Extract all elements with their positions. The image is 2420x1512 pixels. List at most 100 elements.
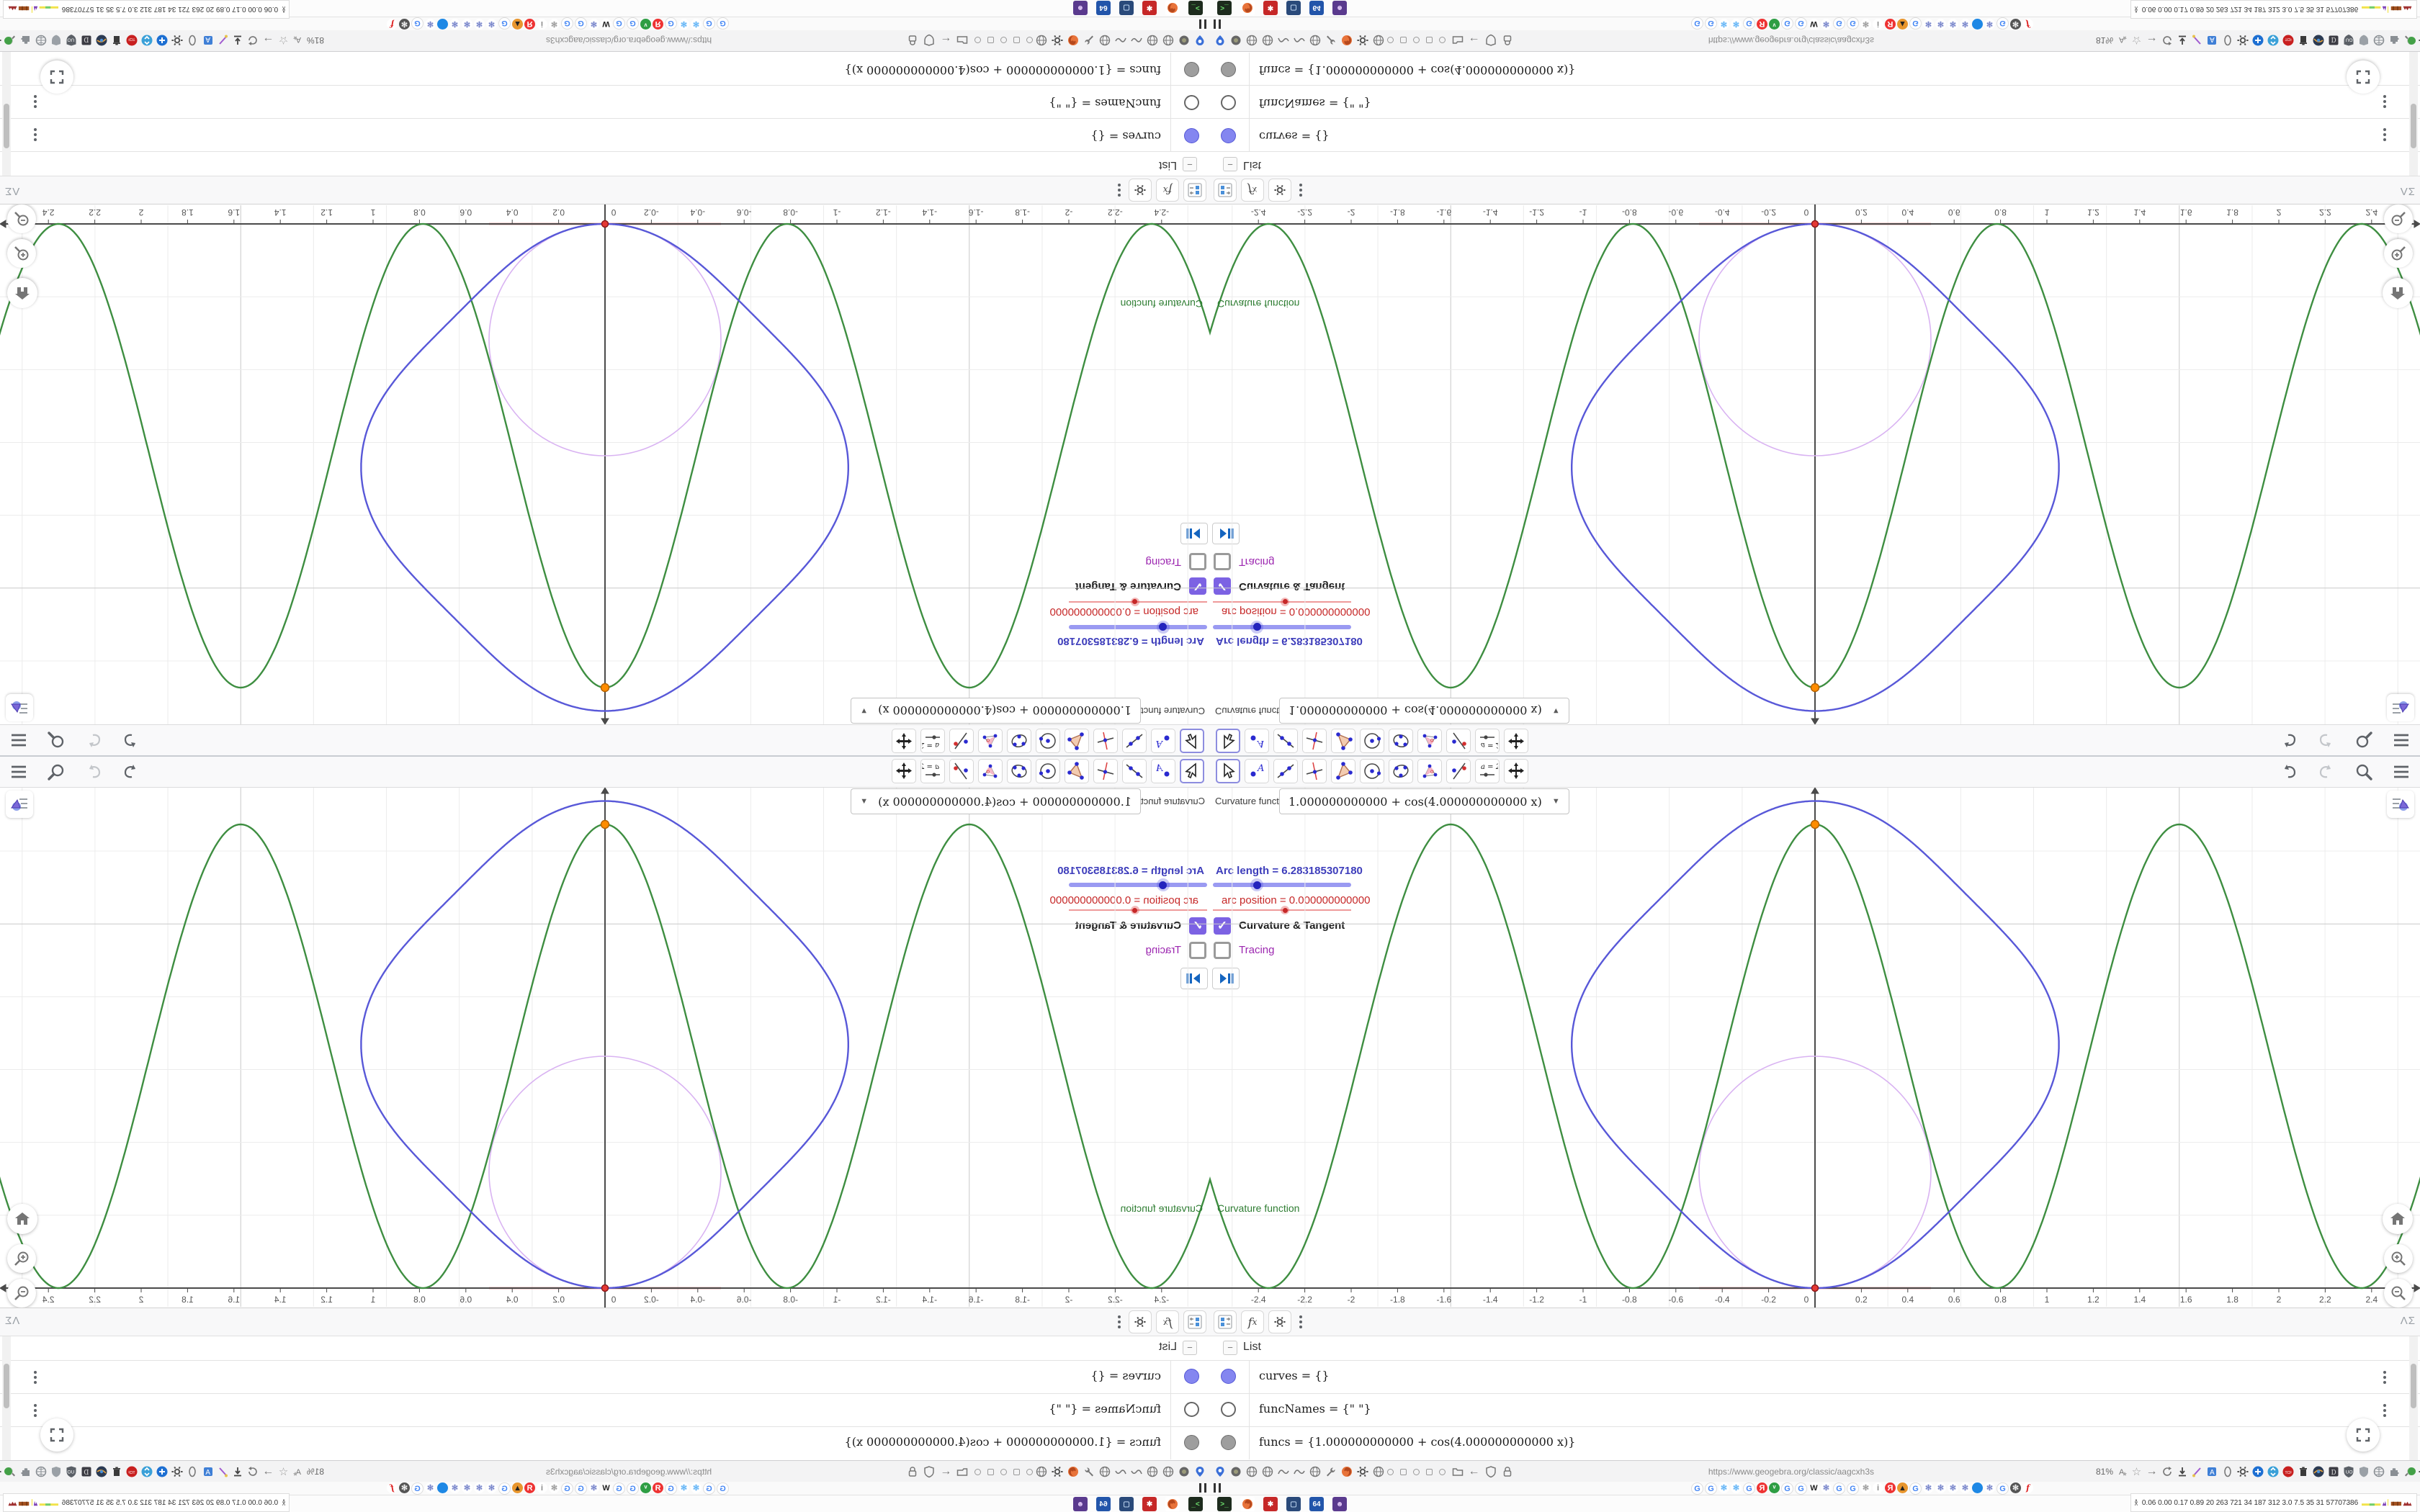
tab-favicon-google[interactable]: G — [1833, 17, 1845, 30]
refresh-icon[interactable] — [2160, 33, 2174, 48]
algebra-row-funcNames[interactable]: funcNames = {" "} — [1210, 86, 2420, 119]
tool-point-button[interactable]: A — [1245, 729, 1269, 753]
fullscreen-button[interactable] — [2347, 60, 2380, 94]
algebra-row-funcs[interactable]: funcs = {1.000000000000 + cos(4.00000000… — [1210, 53, 2420, 86]
tab-favicon-flake-purple[interactable]: ✻ — [1923, 19, 1934, 30]
search-icon[interactable] — [2354, 762, 2374, 782]
tool-angle-button[interactable]: α — [978, 759, 1003, 783]
globe-icon[interactable] — [1260, 33, 1274, 48]
tab-favicon-flake-grey[interactable]: ✻ — [549, 19, 560, 30]
globe-grey-icon[interactable] — [2372, 1464, 2385, 1479]
algebra-row-curves[interactable]: curves = {} — [0, 1360, 1210, 1393]
row-kebab-icon[interactable] — [2380, 1399, 2390, 1422]
home-button[interactable] — [2383, 1204, 2413, 1234]
tab-favicon-google[interactable]: G — [613, 1482, 625, 1495]
wave-icon[interactable] — [1114, 1464, 1128, 1479]
gear-icon[interactable] — [2417, 33, 2420, 48]
sort-view-button[interactable] — [1183, 1310, 1206, 1333]
wave-icon[interactable] — [1276, 33, 1290, 48]
reader-icon[interactable]: A — [2115, 33, 2128, 48]
tool-angle-button[interactable]: α — [978, 729, 1003, 753]
wave-icon[interactable] — [1292, 1464, 1306, 1479]
globe-dark-icon[interactable] — [2311, 1464, 2325, 1479]
oval-zero-icon[interactable] — [186, 1464, 200, 1479]
visibility-toggle[interactable] — [1221, 1369, 1236, 1384]
tool-perpendicular-line-button[interactable] — [1093, 729, 1118, 753]
tool-conic-button[interactable] — [1007, 759, 1031, 783]
taskbar-app-chat-purple[interactable]: ☻ — [1073, 1, 1088, 15]
tab-favicon-google[interactable]: G — [1909, 17, 1922, 30]
algebra-row-funcNames[interactable]: funcNames = {" "} — [0, 86, 1210, 119]
tab-favicon-flake-purple[interactable]: ✻ — [462, 19, 472, 30]
tool-reflect-about-line-button[interactable] — [949, 759, 974, 783]
menu-icon[interactable] — [9, 730, 29, 750]
graphics-view[interactable]: -2.4 -2.2 -2 -1.8 -1.6 -1.4 -1.2 -1 -0.8 -0.6 -0.4… — [0, 203, 1210, 756]
tab-favicon-google[interactable]: G — [1781, 1482, 1793, 1495]
algebra-row-funcs[interactable]: funcs = {1.000000000000 + cos(4.00000000… — [0, 53, 1210, 86]
taskbar-app-terminal[interactable]: >_ — [1217, 1, 1232, 15]
globe-dark-icon[interactable] — [95, 1464, 109, 1479]
algebra-row-curves[interactable]: curves = {} — [1210, 119, 2420, 152]
forward-arrow-icon[interactable]: → — [2145, 33, 2159, 48]
tool-move-graphics-view-button[interactable] — [892, 729, 916, 753]
circle-dark-icon[interactable] — [1178, 1464, 1191, 1479]
back-arrow-icon[interactable]: ← — [939, 33, 953, 48]
fullscreen-button[interactable] — [2347, 1418, 2380, 1452]
taskbar-app-floppy-64[interactable]: 64 — [1309, 1, 1324, 15]
taskbar-app-firefox[interactable] — [1240, 1, 1255, 15]
shield-uo-icon[interactable]: UO — [65, 1464, 79, 1479]
globe-icon[interactable] — [1162, 33, 1175, 48]
tab-favicon-bird-green[interactable]: ᵛ — [640, 1482, 651, 1493]
settings-gear-button[interactable] — [1268, 1310, 1291, 1333]
puzzle-icon[interactable] — [2387, 33, 2401, 48]
tab-favicon-photos[interactable]: ▲ — [512, 19, 523, 30]
visibility-toggle[interactable] — [1184, 95, 1199, 110]
more-options-icon[interactable] — [1296, 1310, 1306, 1333]
oval-zero-icon[interactable] — [2220, 33, 2234, 48]
visibility-toggle[interactable] — [1184, 1402, 1199, 1417]
tab-favicon-bird-green[interactable]: ᵛ — [1769, 1482, 1780, 1493]
download-icon[interactable] — [2175, 1464, 2189, 1479]
more-options-icon[interactable] — [1296, 179, 1306, 202]
red-circle-icon[interactable]: TCF — [125, 33, 139, 48]
graphics-settings-button[interactable] — [2387, 791, 2414, 818]
collapse-list-button[interactable]: − — [1223, 1341, 1237, 1355]
shield-grey-icon[interactable] — [50, 1464, 63, 1479]
zoom-in-button[interactable] — [2384, 1244, 2413, 1273]
refresh-icon[interactable] — [246, 1464, 260, 1479]
brush-icon[interactable] — [216, 1464, 230, 1479]
more-options-icon[interactable] — [1114, 179, 1124, 202]
tab-favicon-flake-purple[interactable]: ✻ — [1948, 1482, 1958, 1493]
settings-gear-button[interactable] — [1268, 179, 1291, 202]
box-d-icon[interactable]: D — [80, 33, 94, 48]
visibility-toggle[interactable] — [1184, 128, 1199, 143]
tool-line-button[interactable] — [1273, 759, 1298, 783]
extension-status-dot[interactable] — [4, 1467, 13, 1475]
scrollbar[interactable] — [2, 1336, 11, 1460]
folder-icon[interactable] — [1451, 1464, 1464, 1479]
scrollbar[interactable] — [2, 52, 11, 176]
algebra-row-funcs[interactable]: funcs = {1.000000000000 + cos(4.00000000… — [1210, 1426, 2420, 1459]
zoom-level-badge[interactable]: 81% — [2096, 35, 2113, 45]
forward-arrow-icon[interactable]: → — [261, 33, 275, 48]
folder-icon[interactable] — [1451, 33, 1464, 48]
fullscreen-button[interactable] — [40, 1418, 73, 1452]
tab-favicon-flake-purple[interactable]: ✻ — [486, 19, 497, 30]
star-icon[interactable]: ☆ — [277, 33, 290, 48]
tool-move-graphics-view-button[interactable] — [1504, 729, 1528, 753]
tab-favicon-info[interactable]: i — [1873, 19, 1883, 30]
home-button[interactable] — [7, 278, 37, 308]
tool-move-button[interactable] — [1180, 729, 1204, 753]
globe-grey-icon[interactable] — [35, 1464, 48, 1479]
tab-favicon-google[interactable]: G — [575, 17, 587, 30]
graphics-settings-button[interactable] — [6, 791, 33, 818]
tab-favicon-flake-purple[interactable]: ✻ — [474, 19, 485, 30]
globe-icon[interactable] — [1245, 33, 1258, 48]
tab-favicon-photos[interactable]: ▲ — [512, 1482, 523, 1493]
tab-favicon-flake-purple[interactable]: ✻ — [425, 1482, 436, 1493]
scrollbar[interactable] — [2409, 1336, 2418, 1460]
search-icon[interactable] — [2354, 730, 2374, 750]
lock-icon[interactable] — [906, 1464, 920, 1479]
sort-view-button[interactable] — [1214, 1310, 1237, 1333]
tab-favicon-yandex[interactable]: Я — [524, 19, 535, 30]
